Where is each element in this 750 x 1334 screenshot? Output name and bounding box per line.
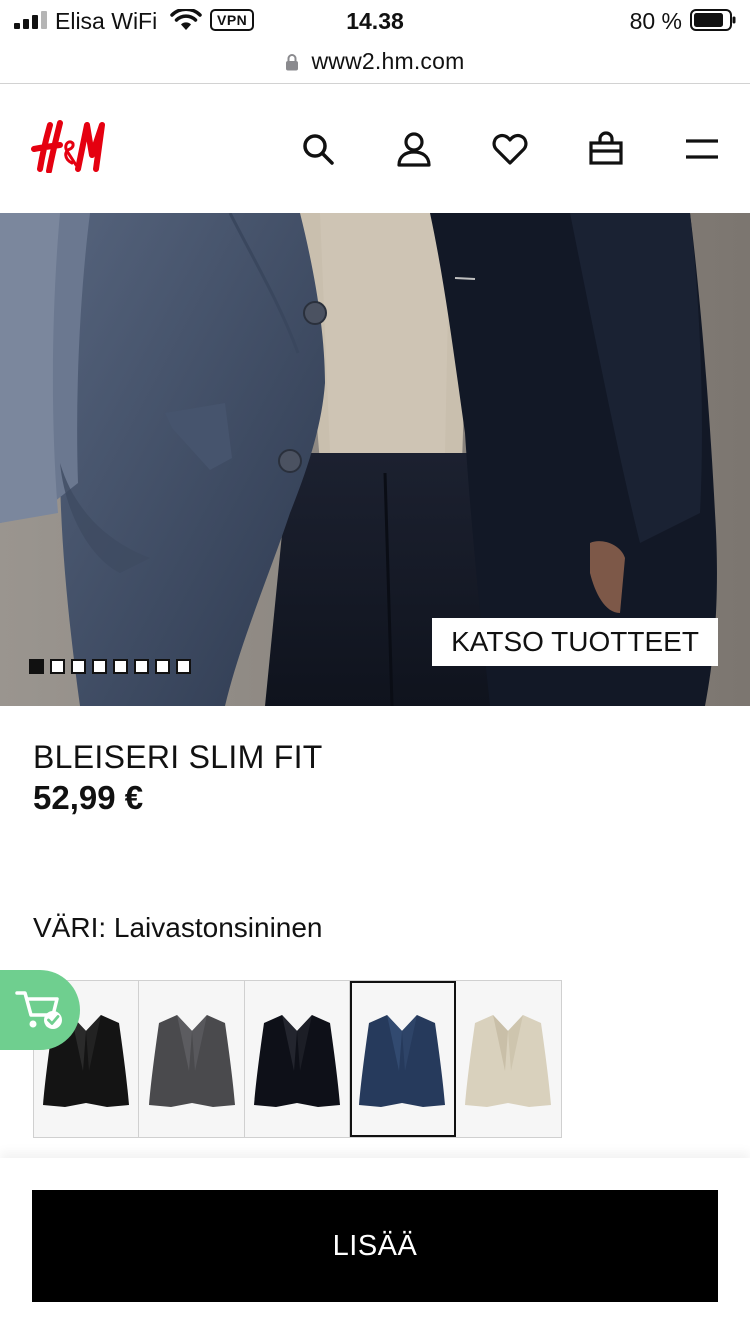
jacket-thumbnail-dark-grey [148, 1015, 235, 1107]
carousel-dot-4[interactable] [92, 659, 107, 674]
site-header [0, 85, 750, 213]
color-label: VÄRI: Laivastonsininen [33, 912, 323, 943]
address-bar[interactable]: www2.hm.com [0, 40, 750, 84]
carousel-dot-3[interactable] [71, 659, 86, 674]
hm-logo[interactable] [30, 119, 108, 173]
bag-icon [589, 131, 623, 165]
swatch-black-2[interactable] [244, 981, 351, 1137]
lock-icon [286, 53, 299, 70]
swatch-navy-selected[interactable] [350, 981, 456, 1137]
heart-icon [492, 133, 528, 165]
shopping-bag-button[interactable] [587, 130, 625, 168]
search-icon [303, 134, 334, 165]
carousel-dot-1[interactable] [29, 659, 44, 674]
battery-icon [690, 9, 736, 31]
menu-icon [686, 139, 718, 159]
color-swatches [33, 980, 562, 1138]
url-text: www2.hm.com [311, 48, 465, 74]
menu-button[interactable] [683, 130, 721, 168]
carousel-dot-7[interactable] [155, 659, 170, 674]
account-button[interactable] [395, 130, 433, 168]
add-to-bag-button[interactable]: LISÄÄ [32, 1190, 718, 1302]
status-bar: Elisa WiFi VPN 14.38 80 % [0, 0, 750, 44]
carrier-name: Elisa WiFi [55, 8, 158, 34]
carousel-dot-8[interactable] [176, 659, 191, 674]
floating-cart-button[interactable] [0, 970, 80, 1050]
jacket-thumbnail-black-2 [254, 1015, 341, 1107]
wifi-icon [170, 9, 202, 30]
jacket-thumbnail-beige [465, 1015, 552, 1107]
cart-check-icon [15, 991, 62, 1029]
carousel-indicators [29, 659, 191, 674]
product-title: BLEISERI SLIM FIT [33, 739, 323, 775]
carousel-dot-2[interactable] [50, 659, 65, 674]
view-products-button[interactable]: KATSO TUOTTEET [432, 618, 718, 666]
swatch-beige[interactable] [455, 981, 562, 1137]
carousel-dot-6[interactable] [134, 659, 149, 674]
carousel-dot-5[interactable] [113, 659, 128, 674]
vpn-badge: VPN [210, 9, 255, 31]
signal-icon [14, 11, 47, 29]
favorites-button[interactable] [491, 130, 529, 168]
jacket-thumbnail-navy [359, 1015, 446, 1107]
search-button[interactable] [299, 130, 337, 168]
account-icon [397, 132, 431, 167]
swatch-dark-grey[interactable] [139, 981, 245, 1137]
battery-percentage: 80 % [629, 8, 682, 34]
product-price: 52,99 € [33, 779, 144, 816]
